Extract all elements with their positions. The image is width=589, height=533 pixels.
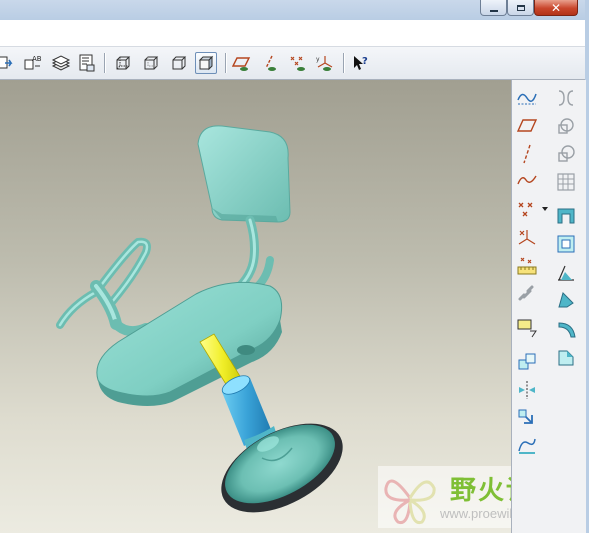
point-display-icon (290, 56, 305, 71)
close-icon: ✕ (550, 0, 562, 15)
datum-point-button[interactable] (515, 198, 539, 222)
butterfly-logo-icon (384, 479, 436, 525)
wireframe-view-button[interactable] (112, 52, 134, 74)
move-button[interactable] (515, 406, 539, 430)
regenerate-icon (0, 56, 13, 69)
minimize-icon (489, 9, 498, 12)
datum-point-dropdown-arrow[interactable] (542, 207, 548, 211)
svg-text:AB: AB (32, 55, 42, 63)
chamfer-icon (558, 350, 574, 366)
graphics-viewport[interactable]: 野火论坛 www.proewildfire.cn (0, 80, 511, 533)
hidden-line-view-button[interactable] (140, 52, 162, 74)
extrude-button[interactable] (554, 114, 578, 138)
datum-point-icon (518, 202, 533, 217)
boolean-cut-icon (557, 173, 575, 191)
round-icon (558, 322, 576, 338)
datum-csys-icon (518, 230, 536, 245)
datum-plane-icon (516, 119, 538, 132)
warp-icon (518, 438, 536, 454)
no-hidden-view-button[interactable] (168, 52, 190, 74)
sketched-feature-button[interactable] (554, 86, 578, 110)
datum-csys-button[interactable] (515, 226, 539, 250)
minimize-button[interactable] (480, 0, 507, 16)
draft-button[interactable] (554, 260, 578, 284)
toolbar-separator (225, 53, 226, 73)
hidden-line-view-icon (144, 56, 159, 70)
axis-display-icon (265, 55, 276, 71)
warp-button[interactable] (515, 434, 539, 458)
analysis-feature-icon (517, 257, 537, 275)
context-help-icon: ? (354, 56, 368, 70)
dimension-ab-icon: AB (24, 55, 42, 70)
toolbar-separator (104, 53, 105, 73)
base-disc (221, 423, 343, 513)
seat-armrest (56, 237, 151, 337)
shell-icon (557, 208, 575, 224)
plane-display-button[interactable] (231, 52, 253, 74)
annotation-note-button[interactable] (515, 316, 539, 340)
datum-plane-button[interactable] (515, 114, 539, 138)
maximize-button[interactable] (507, 0, 534, 16)
shaded-view-button[interactable] (195, 52, 217, 74)
draft-icon (558, 265, 574, 281)
csys-display-button[interactable]: y (314, 52, 336, 74)
model-tree-icon (79, 54, 95, 72)
chamfer-button[interactable] (554, 346, 578, 370)
hole-button[interactable] (554, 232, 578, 256)
plane-display-icon (232, 57, 251, 71)
shaded-view-icon (198, 55, 214, 71)
copy-icon (518, 353, 536, 370)
menu-bar (0, 20, 585, 47)
rib-button[interactable] (554, 288, 578, 312)
close-button[interactable]: ✕ (534, 0, 578, 16)
copy-button[interactable] (515, 350, 539, 374)
point-display-button[interactable] (287, 52, 309, 74)
layers-button[interactable] (50, 52, 72, 74)
svg-text:y: y (316, 56, 320, 63)
mirror-icon (519, 381, 535, 399)
datum-axis-button[interactable] (515, 142, 539, 166)
seat-backrest (197, 125, 291, 223)
annotation-note-icon (517, 319, 537, 338)
round-button[interactable] (554, 318, 578, 342)
chain-button[interactable] (515, 282, 539, 306)
move-icon (518, 409, 533, 424)
rib-icon (558, 292, 574, 308)
feature-toolbar (511, 80, 586, 533)
datum-axis-icon (523, 144, 531, 164)
shell-button[interactable] (554, 204, 578, 228)
model-tree-button[interactable] (76, 52, 98, 74)
watermark-title: 野火论坛 (450, 476, 511, 506)
datum-curve-icon (517, 175, 537, 185)
svg-text:?: ? (362, 56, 368, 67)
analysis-feature-button[interactable] (515, 254, 539, 278)
sketch-datum-curve-button[interactable] (515, 86, 539, 110)
revolve-icon (558, 145, 575, 162)
dimension-button[interactable]: AB (22, 52, 44, 74)
csys-display-icon: y (316, 56, 333, 71)
regenerate-button[interactable] (0, 52, 16, 74)
datum-curve-button[interactable] (515, 168, 539, 192)
context-help-button[interactable]: ? (350, 52, 372, 74)
revolve-button[interactable] (554, 142, 578, 166)
axis-display-button[interactable] (259, 52, 281, 74)
toolbar-separator (343, 53, 344, 73)
hole-icon (557, 235, 575, 253)
chain-icon (518, 285, 534, 301)
view-toolbar: AB y ? (0, 47, 585, 80)
layers-icon (51, 55, 71, 71)
watermark-url: www.proewildfire.cn (440, 506, 511, 521)
mirror-button[interactable] (515, 378, 539, 402)
seat-pan (96, 281, 283, 406)
wireframe-view-icon (116, 56, 131, 70)
sketched-feature-icon (558, 90, 574, 106)
sketch-datum-curve-icon (517, 93, 537, 105)
extrude-icon (558, 118, 574, 134)
boolean-cut-button[interactable] (554, 170, 578, 194)
no-hidden-view-icon (172, 56, 187, 70)
maximize-icon (516, 4, 525, 11)
forum-watermark: 野火论坛 www.proewildfire.cn (378, 466, 511, 528)
